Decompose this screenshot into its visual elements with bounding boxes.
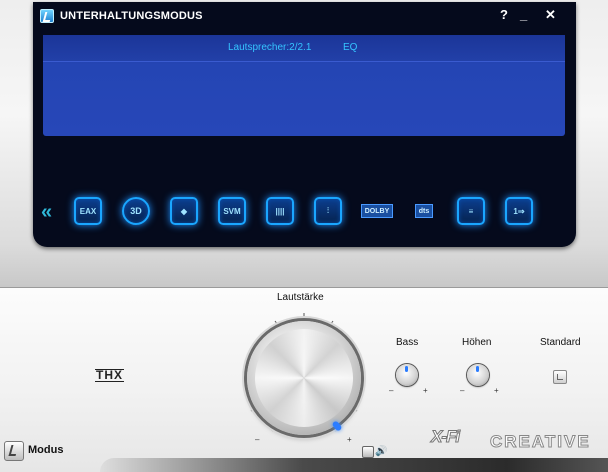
mode-label: Modus <box>28 444 64 456</box>
eq-text: EQ <box>343 42 358 53</box>
dolby-digital-ex-button[interactable]: DOLBY <box>355 196 399 226</box>
title-bar[interactable]: UNTERHALTUNGSMODUS ? _ ✕ <box>33 2 576 30</box>
speaker-icon: 🔊 <box>375 446 388 457</box>
mode-button[interactable]: Modus <box>0 439 100 463</box>
help-button[interactable]: ? <box>500 8 508 22</box>
dts-button[interactable]: dts <box>403 196 445 226</box>
treble-max: + <box>494 386 499 395</box>
collapse-chevron-icon[interactable]: « <box>41 201 52 224</box>
3d-icon: 3D <box>122 197 150 225</box>
crystalizer-button[interactable]: ◆ <box>169 196 199 226</box>
settings-button[interactable]: ≡ <box>456 196 486 226</box>
treble-label: Höhen <box>462 337 492 348</box>
volume-knob-area: – + <box>237 305 373 444</box>
volume-knob[interactable] <box>247 321 361 435</box>
minimize-button[interactable]: _ <box>520 8 527 22</box>
creative-logo: CREATIVE <box>490 432 591 452</box>
window-title: UNTERHALTUNGSMODUS <box>60 10 203 22</box>
xfi-logo: X-Fi <box>431 427 461 447</box>
speaker-config-icon: 1⇒ <box>505 197 533 225</box>
close-button[interactable]: ✕ <box>545 8 556 22</box>
upper-panel: UNTERHALTUNGSMODUS ? _ ✕ Lautsprecher:2/… <box>0 0 608 288</box>
diamond-icon: ◆ <box>170 197 198 225</box>
volume-label: Lautstärke <box>277 292 324 303</box>
speaker-config-button[interactable]: 1⇒ <box>504 196 534 226</box>
standard-label: Standard <box>540 337 581 348</box>
volume-max: + <box>347 435 352 444</box>
svm-button[interactable]: SVM <box>217 196 247 226</box>
thx-logo[interactable]: THX <box>95 369 124 382</box>
info-display: Lautsprecher:2/2.1 EQ <box>43 35 565 136</box>
treble-min: – <box>460 386 465 395</box>
eax-button[interactable]: EAX <box>73 196 103 226</box>
main-screen: UNTERHALTUNGSMODUS ? _ ✕ Lautsprecher:2/… <box>33 2 576 247</box>
standard-button[interactable] <box>553 370 567 384</box>
svm-icon: SVM <box>218 197 246 225</box>
mixer-button[interactable]: ⫶ <box>313 196 343 226</box>
equalizer-button[interactable]: |||| <box>265 196 295 226</box>
app-icon <box>40 9 54 23</box>
speaker-setting-text: Lautsprecher:2/2.1 <box>228 42 312 53</box>
treble-knob[interactable] <box>467 364 489 386</box>
bass-max: + <box>423 386 428 395</box>
bottom-decor-strip <box>100 458 608 472</box>
mute-button[interactable] <box>362 446 374 458</box>
3d-button[interactable]: 3D <box>121 196 151 226</box>
dolby-icon: DOLBY <box>360 204 394 218</box>
mixer-icon: ⫶ <box>314 197 342 225</box>
bass-min: – <box>389 386 394 395</box>
bass-label: Bass <box>396 337 419 348</box>
bass-knob[interactable] <box>396 364 418 386</box>
dts-icon: dts <box>414 204 434 218</box>
settings-icon: ≡ <box>457 197 485 225</box>
mode-icon <box>4 441 24 461</box>
equalizer-icon: |||| <box>266 197 294 225</box>
eax-icon: EAX <box>74 197 102 225</box>
volume-min: – <box>255 435 260 444</box>
